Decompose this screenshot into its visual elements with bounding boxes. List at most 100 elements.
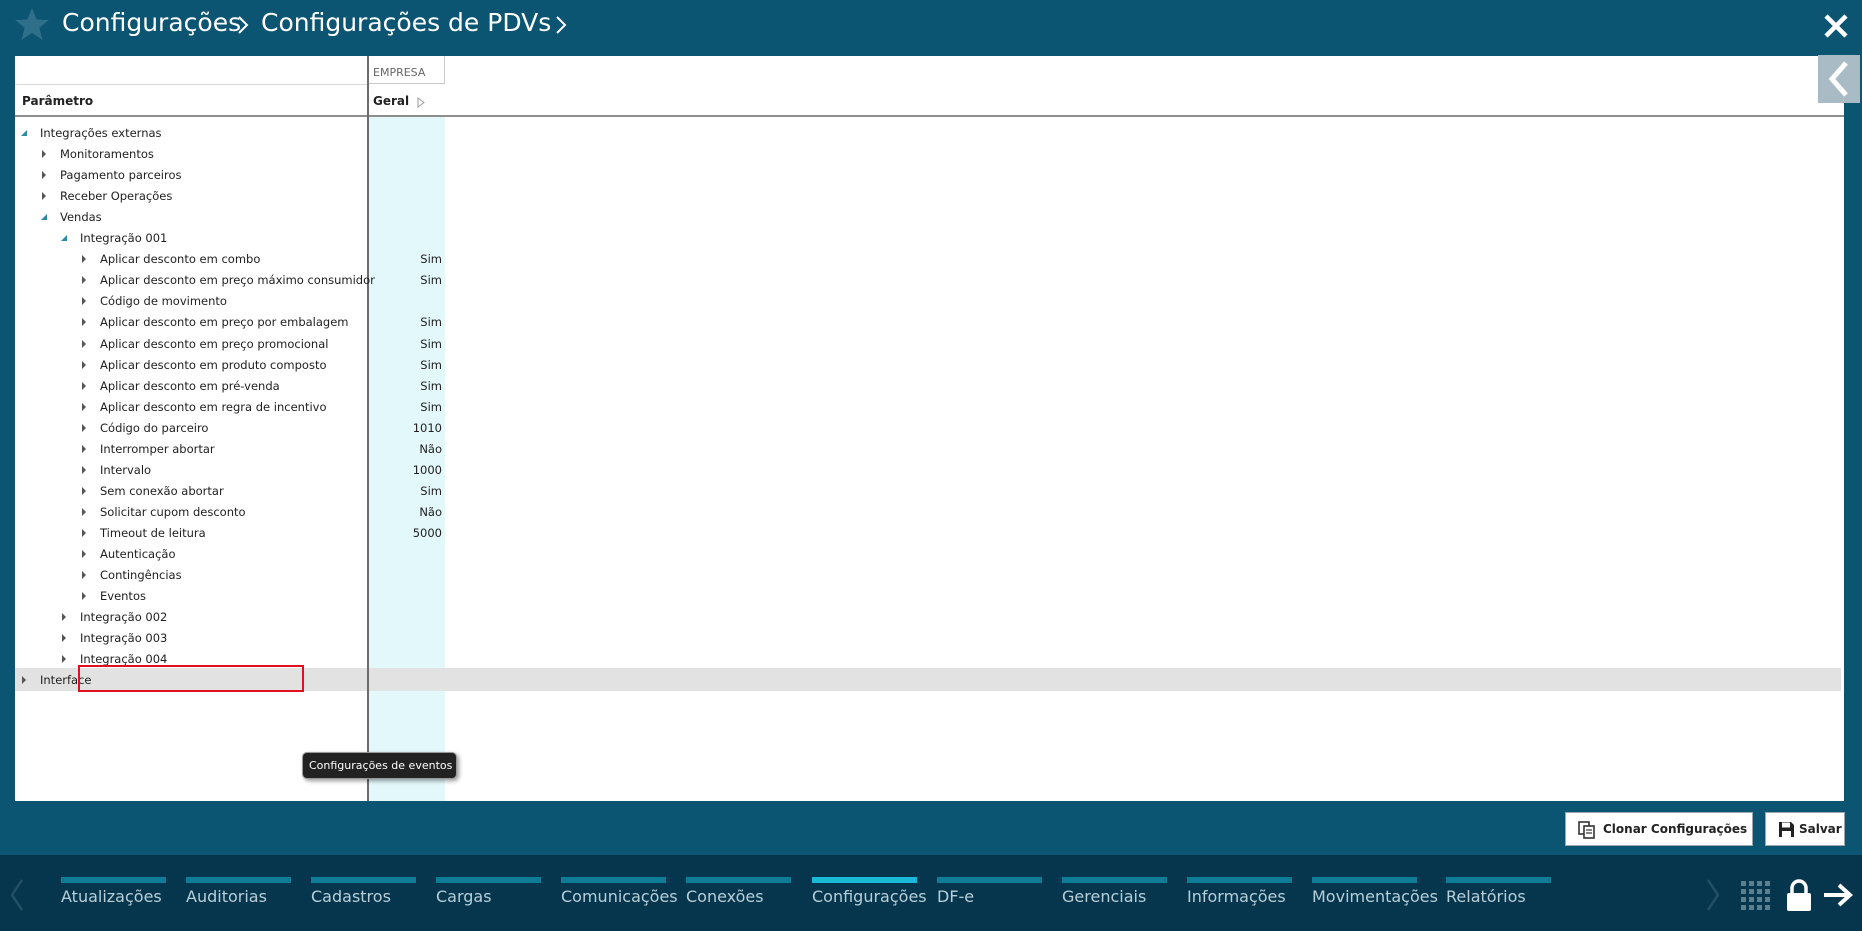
- collapse-side-panel-button[interactable]: [1818, 55, 1860, 103]
- parameter-value[interactable]: Sim: [369, 273, 442, 287]
- tree-row-label: Contingências: [100, 568, 182, 582]
- collapsed-arrow-icon[interactable]: [80, 528, 88, 538]
- nav-tab-indicator: [1062, 877, 1167, 883]
- tree-row-label: Sem conexão abortar: [100, 484, 224, 498]
- favorite-star-icon[interactable]: [14, 6, 50, 42]
- collapsed-arrow-icon[interactable]: [60, 612, 68, 622]
- nav-tab-indicator: [1312, 877, 1417, 883]
- nav-tab-indicator: [812, 877, 917, 883]
- tree-row-label: Receber Operações: [60, 189, 173, 203]
- collapsed-arrow-icon[interactable]: [80, 444, 88, 454]
- expanded-arrow-icon[interactable]: [60, 233, 68, 243]
- collapsed-arrow-icon[interactable]: [80, 423, 88, 433]
- tree-row-label: Integração 003: [80, 631, 168, 645]
- collapsed-arrow-icon[interactable]: [80, 275, 88, 285]
- nav-tab-indicator: [686, 877, 791, 883]
- collapsed-arrow-icon[interactable]: [60, 633, 68, 643]
- clone-icon: [1578, 821, 1595, 839]
- collapsed-arrow-icon[interactable]: [80, 402, 88, 412]
- parameter-value[interactable]: Sim: [369, 252, 442, 266]
- nav-tab-label: Auditorias: [186, 887, 267, 906]
- parameter-value[interactable]: Sim: [369, 315, 442, 329]
- nav-tab-label: DF-e: [937, 887, 975, 906]
- expand-column-icon[interactable]: [417, 97, 425, 108]
- collapsed-arrow-icon[interactable]: [80, 339, 88, 349]
- tree-row-label: Integrações externas: [40, 126, 162, 140]
- nav-tab-indicator: [1187, 877, 1292, 883]
- tree-row-label: Aplicar desconto em preço por embalagem: [100, 315, 349, 329]
- collapsed-arrow-icon[interactable]: [80, 591, 88, 601]
- collapsed-arrow-icon[interactable]: [40, 191, 48, 201]
- collapsed-arrow-icon[interactable]: [80, 296, 88, 306]
- nav-tab-label: Comunicações: [561, 887, 678, 906]
- collapsed-arrow-icon[interactable]: [40, 170, 48, 180]
- chevron-left-icon: [1828, 61, 1848, 97]
- collapsed-arrow-icon[interactable]: [80, 465, 88, 475]
- parameter-column-header[interactable]: Parâmetro: [22, 94, 93, 108]
- parameter-value[interactable]: 1000: [369, 463, 442, 477]
- parameter-value[interactable]: Não: [369, 505, 442, 519]
- collapsed-arrow-icon[interactable]: [80, 254, 88, 264]
- parameter-value[interactable]: 1010: [369, 421, 442, 435]
- expanded-arrow-icon[interactable]: [20, 128, 28, 138]
- lock-icon[interactable]: [1785, 878, 1813, 912]
- floppy-disk-icon: [1779, 822, 1794, 837]
- nav-scroll-left-icon[interactable]: [10, 878, 24, 912]
- nav-scroll-right-icon[interactable]: [1706, 878, 1720, 912]
- header-divider: [15, 115, 1844, 117]
- parameter-value[interactable]: Sim: [369, 358, 442, 372]
- nav-tab-indicator: [937, 877, 1042, 883]
- value-column-background: [369, 115, 445, 801]
- tree-row-label: Pagamento parceiros: [60, 168, 182, 182]
- collapsed-arrow-icon[interactable]: [80, 549, 88, 559]
- save-button[interactable]: Salvar: [1765, 812, 1845, 846]
- title-bar: Configurações Configurações de PDVs: [0, 0, 1862, 52]
- nav-tab-indicator: [311, 877, 416, 883]
- collapsed-arrow-icon[interactable]: [20, 675, 28, 685]
- collapsed-arrow-icon[interactable]: [80, 570, 88, 580]
- tree-row-label: Código do parceiro: [100, 421, 209, 435]
- breadcrumb-configuracoes[interactable]: Configurações: [62, 8, 241, 37]
- parameter-value[interactable]: Sim: [369, 337, 442, 351]
- clone-configurations-button[interactable]: Clonar Configurações: [1565, 812, 1753, 846]
- tree-row-label: Monitoramentos: [60, 147, 154, 161]
- selection-highlight-box: [78, 665, 304, 692]
- tree-row-label: Integração 004: [80, 652, 168, 666]
- breadcrumb-configuracoes-de-pdvs[interactable]: Configurações de PDVs: [261, 8, 551, 37]
- collapsed-arrow-icon[interactable]: [80, 317, 88, 327]
- tree-row-label: Integração 002: [80, 610, 168, 624]
- close-icon[interactable]: [1822, 12, 1850, 40]
- nav-tab-label: Atualizações: [61, 887, 162, 906]
- tree-row-label: Intervalo: [100, 463, 152, 477]
- collapsed-arrow-icon[interactable]: [80, 381, 88, 391]
- nav-tab-label: Relatórios: [1446, 887, 1526, 906]
- clone-button-label: Clonar Configurações: [1603, 822, 1748, 836]
- tree-row-label: Eventos: [100, 589, 146, 603]
- bottom-navigation: [0, 855, 1862, 931]
- nav-tab-label: Cargas: [436, 887, 492, 906]
- logout-arrow-icon[interactable]: [1822, 882, 1854, 908]
- divider: [15, 84, 369, 85]
- geral-column-header[interactable]: Geral: [373, 94, 409, 108]
- tree-row-label: Aplicar desconto em combo: [100, 252, 261, 266]
- nav-tab-indicator: [436, 877, 541, 883]
- chevron-right-icon: [556, 16, 567, 34]
- collapsed-arrow-icon[interactable]: [60, 654, 68, 664]
- apps-grid-icon[interactable]: [1740, 880, 1772, 912]
- collapsed-arrow-icon[interactable]: [80, 486, 88, 496]
- collapsed-arrow-icon[interactable]: [80, 360, 88, 370]
- parameter-value[interactable]: Não: [369, 442, 442, 456]
- parameter-value[interactable]: Sim: [369, 484, 442, 498]
- parameter-value[interactable]: 5000: [369, 526, 442, 540]
- parameters-grid: EMPRESA Parâmetro Geral Integrações exte…: [15, 56, 1844, 801]
- expanded-arrow-icon[interactable]: [40, 212, 48, 222]
- nav-tab-label: Conexões: [686, 887, 764, 906]
- collapsed-arrow-icon[interactable]: [80, 507, 88, 517]
- parameter-value[interactable]: Sim: [369, 379, 442, 393]
- tree-row-label: Código de movimento: [100, 294, 227, 308]
- collapsed-arrow-icon[interactable]: [40, 149, 48, 159]
- parameter-value[interactable]: Sim: [369, 400, 442, 414]
- nav-tab-indicator: [561, 877, 666, 883]
- tree-row-label: Vendas: [60, 210, 102, 224]
- tooltip: Configurações de eventos: [302, 752, 457, 779]
